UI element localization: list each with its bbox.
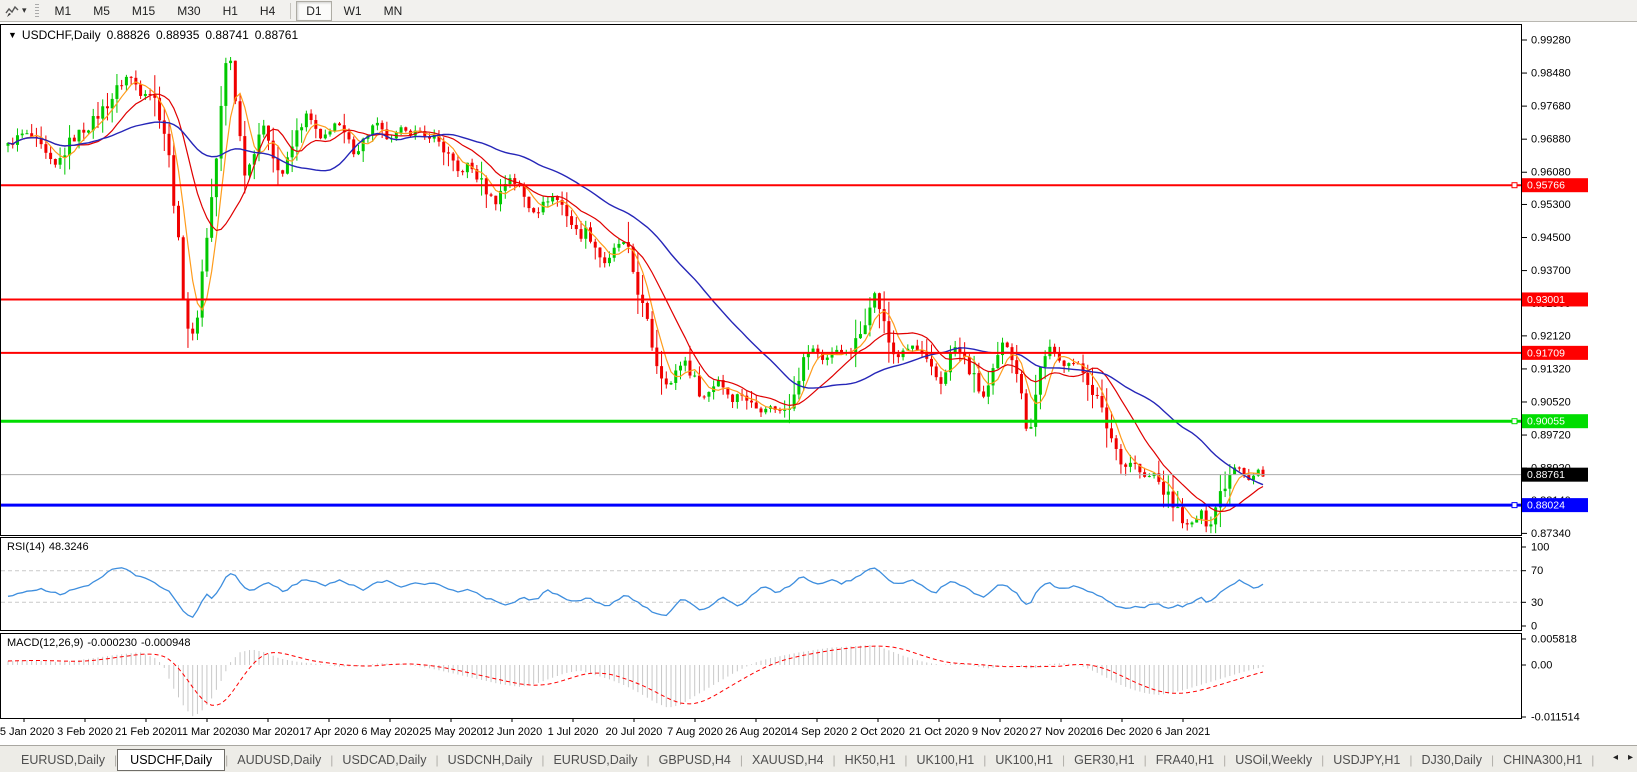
chart-tab-china300-h1[interactable]: CHINA300,H1	[1494, 750, 1591, 770]
svg-text:0.96880: 0.96880	[1531, 134, 1571, 146]
timeframe-button-W1[interactable]: W1	[334, 1, 372, 21]
timeframe-button-MN[interactable]: MN	[374, 1, 413, 21]
tab-scroll-right-button[interactable]: ▸	[1628, 751, 1633, 765]
svg-text:0.90055: 0.90055	[1527, 416, 1565, 428]
svg-text:14 Sep 2020: 14 Sep 2020	[786, 726, 848, 738]
svg-text:70: 70	[1531, 565, 1543, 577]
svg-text:26 Aug 2020: 26 Aug 2020	[725, 726, 787, 738]
svg-text:0.96080: 0.96080	[1531, 167, 1571, 179]
timeframe-button-D1[interactable]: D1	[296, 0, 332, 21]
chart-tab-usdcnh-daily[interactable]: USDCNH,Daily	[439, 750, 542, 770]
svg-text:0.93700: 0.93700	[1531, 265, 1571, 277]
svg-text:0.98480: 0.98480	[1531, 68, 1571, 80]
svg-text:0.90520: 0.90520	[1531, 396, 1571, 408]
chart-tab-usdcad-daily[interactable]: USDCAD,Daily	[333, 750, 435, 770]
chart-tab-eurusd-daily[interactable]: EURUSD,Daily	[544, 750, 646, 770]
svg-text:27 Nov 2020: 27 Nov 2020	[1030, 726, 1092, 738]
chart-tab-usdjpy-h1[interactable]: USDJPY,H1	[1324, 750, 1409, 770]
svg-text:0.95300: 0.95300	[1531, 199, 1571, 211]
timeframe-button-M5[interactable]: M5	[83, 1, 120, 21]
svg-text:1 Jul 2020: 1 Jul 2020	[548, 726, 599, 738]
price-axis: 0.99280 0.98480 0.97680 0.96880 0.96080 0.953…	[1521, 35, 1571, 540]
svg-text:0.97680: 0.97680	[1531, 101, 1571, 113]
chart-tab-usdchf-daily[interactable]: USDCHF,Daily	[117, 749, 226, 771]
svg-text:11 Mar 2020: 11 Mar 2020	[177, 726, 238, 738]
toolbar-grip[interactable]	[34, 3, 39, 18]
tab-scroll-controls: ◂ ▸	[1606, 751, 1633, 765]
chart-tab-audusd-daily[interactable]: AUDUSD,Daily	[228, 750, 330, 770]
svg-text:0.88761: 0.88761	[1527, 469, 1565, 481]
chart-tab-gbpusd-h4[interactable]: GBPUSD,H4	[650, 750, 740, 770]
date-axis: 15 Jan 20203 Feb 202021 Feb 202011 Mar 2…	[0, 718, 1210, 738]
chart-tool-icon	[5, 5, 19, 17]
svg-text:0.89720: 0.89720	[1531, 430, 1571, 442]
timeframe-button-M30[interactable]: M30	[167, 1, 210, 21]
chart-tab-hk50-h1[interactable]: HK50,H1	[836, 750, 905, 770]
chart-tabs: EURUSD,Daily | USDCHF,Daily | AUDUSD,Daily | U…	[12, 748, 1597, 772]
chart-tab-uk100-h1[interactable]: UK100,H1	[908, 750, 984, 770]
svg-text:6 May 2020: 6 May 2020	[361, 726, 418, 738]
svg-text:0.93001: 0.93001	[1527, 294, 1565, 306]
svg-text:25 May 2020: 25 May 2020	[419, 726, 483, 738]
chart-tab-uk100-h1[interactable]: UK100,H1	[986, 750, 1062, 770]
svg-text:21 Feb 2020: 21 Feb 2020	[115, 726, 177, 738]
timeframe-button-M15[interactable]: M15	[122, 1, 165, 21]
timeframe-button-H1[interactable]: H1	[213, 1, 248, 21]
svg-text:0.95766: 0.95766	[1527, 180, 1565, 192]
svg-text:9 Nov 2020: 9 Nov 2020	[972, 726, 1028, 738]
timeframe-toolbar: ▾ M1 M5 M15 M30 H1 H4 D1 W1 MN	[0, 0, 1637, 22]
svg-text:0.88024: 0.88024	[1527, 500, 1565, 512]
chart-tab-eurusd-daily[interactable]: EURUSD,Daily	[12, 750, 114, 770]
svg-text:0.94500: 0.94500	[1531, 232, 1571, 244]
tab-scroll-left-button[interactable]: ◂	[1613, 751, 1618, 765]
svg-text:0.87340: 0.87340	[1531, 528, 1571, 540]
svg-text:12 Jun 2020: 12 Jun 2020	[482, 726, 543, 738]
terminal-window: ▾ M1 M5 M15 M30 H1 H4 D1 W1 MN 0.99280 0.98480 0.9…	[0, 0, 1637, 772]
chart-tab-usoil-[interactable]: USOil,	[1594, 750, 1597, 770]
svg-text:17 Apr 2020: 17 Apr 2020	[299, 726, 358, 738]
svg-text:0.92120: 0.92120	[1531, 330, 1571, 342]
timeframe-buttons: M1 M5 M15 M30 H1 H4 D1 W1 MN	[44, 0, 414, 21]
svg-text:16 Dec 2020: 16 Dec 2020	[1091, 726, 1153, 738]
chart-tab-dj30-daily[interactable]: DJ30,Daily	[1413, 750, 1491, 770]
svg-text:100: 100	[1531, 542, 1549, 554]
svg-text:30: 30	[1531, 597, 1543, 609]
svg-text:2 Oct 2020: 2 Oct 2020	[851, 726, 905, 738]
chart-tab-fra40-h1[interactable]: FRA40,H1	[1147, 750, 1223, 770]
svg-text:0.91709: 0.91709	[1527, 347, 1565, 359]
svg-text:0: 0	[1531, 621, 1537, 633]
svg-text:0.99280: 0.99280	[1531, 35, 1571, 47]
svg-text:0.91320: 0.91320	[1531, 363, 1571, 375]
svg-text:0.005818: 0.005818	[1531, 634, 1577, 646]
chart-canvas[interactable]: 0.99280 0.98480 0.97680 0.96880 0.96080 0.953…	[0, 22, 1637, 745]
svg-text:21 Oct 2020: 21 Oct 2020	[909, 726, 969, 738]
timeframe-button-M1[interactable]: M1	[45, 1, 82, 21]
svg-text:7 Aug 2020: 7 Aug 2020	[667, 726, 723, 738]
chart-tab-usoil-weekly[interactable]: USOil,Weekly	[1226, 750, 1321, 770]
toolbar-separator	[290, 2, 292, 19]
chart-area: 0.99280 0.98480 0.97680 0.96880 0.96080 0.953…	[0, 22, 1637, 745]
chart-tab-bar: EURUSD,Daily | USDCHF,Daily | AUDUSD,Daily | U…	[0, 745, 1637, 772]
svg-text:20 Jul 2020: 20 Jul 2020	[606, 726, 663, 738]
chart-tool-button[interactable]: ▾	[1, 3, 31, 19]
svg-text:-0.011514: -0.011514	[1531, 712, 1580, 724]
svg-text:3 Feb 2020: 3 Feb 2020	[57, 726, 113, 738]
svg-text:0.00: 0.00	[1531, 660, 1552, 672]
chart-tab-ger30-h1[interactable]: GER30,H1	[1065, 750, 1143, 770]
dropdown-caret-icon: ▾	[22, 5, 27, 15]
timeframe-button-H4[interactable]: H4	[250, 1, 285, 21]
svg-text:6 Jan 2021: 6 Jan 2021	[1156, 726, 1210, 738]
svg-text:30 Mar 2020: 30 Mar 2020	[237, 726, 299, 738]
svg-text:15 Jan 2020: 15 Jan 2020	[0, 726, 54, 738]
chart-tab-xauusd-h4[interactable]: XAUUSD,H4	[743, 750, 833, 770]
